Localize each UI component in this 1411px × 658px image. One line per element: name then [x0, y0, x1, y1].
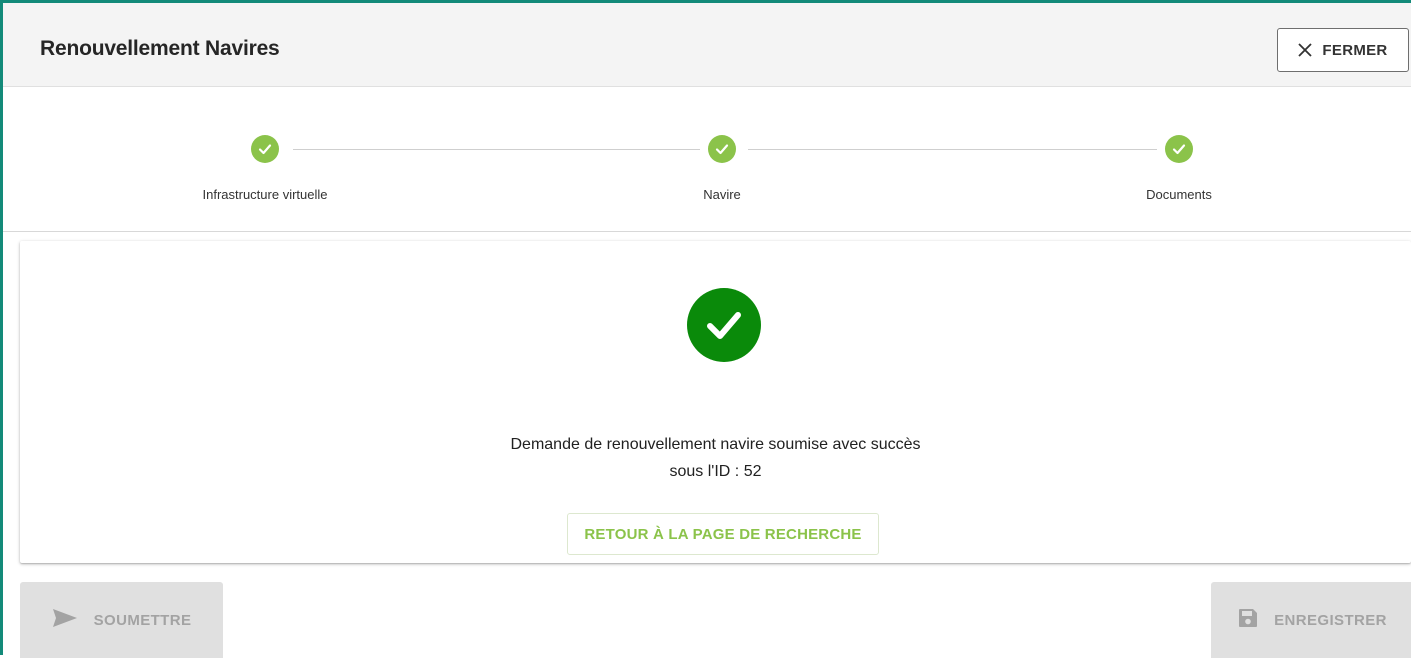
close-button[interactable]: FERMER: [1277, 28, 1409, 72]
dialog-frame: Renouvellement Navires FERMER Infrastruc…: [0, 0, 1411, 658]
stepper: Infrastructure virtuelle Navire Document…: [3, 106, 1411, 232]
floppy-disk-icon: [1238, 608, 1258, 632]
step-label-navire: Navire: [703, 187, 741, 202]
success-message: Demande de renouvellement navire soumise…: [510, 436, 921, 453]
check-circle-icon: [687, 288, 761, 362]
close-button-label: FERMER: [1322, 41, 1388, 59]
success-id-message: sous l'ID : 52: [669, 463, 762, 480]
dialog-header: Renouvellement Navires FERMER: [3, 3, 1411, 87]
save-button-label: ENREGISTRER: [1274, 611, 1387, 629]
step-connector: [293, 149, 700, 150]
send-icon: [52, 608, 78, 632]
step-label-infrastructure: Infrastructure virtuelle: [202, 187, 328, 202]
step-label-documents: Documents: [1146, 187, 1212, 202]
step-1-check-icon: [251, 135, 279, 163]
step-2-check-icon: [708, 135, 736, 163]
submit-button-label: SOUMETTRE: [93, 611, 192, 629]
close-icon: [1298, 43, 1313, 57]
page-title: Renouvellement Navires: [40, 37, 280, 60]
result-card: Demande de renouvellement navire soumise…: [20, 241, 1411, 563]
back-to-search-button[interactable]: RETOUR À LA PAGE DE RECHERCHE: [567, 513, 879, 555]
save-button[interactable]: ENREGISTRER: [1211, 582, 1411, 658]
step-connector: [748, 149, 1157, 150]
submit-button[interactable]: SOUMETTRE: [20, 582, 223, 658]
step-3-check-icon: [1165, 135, 1193, 163]
